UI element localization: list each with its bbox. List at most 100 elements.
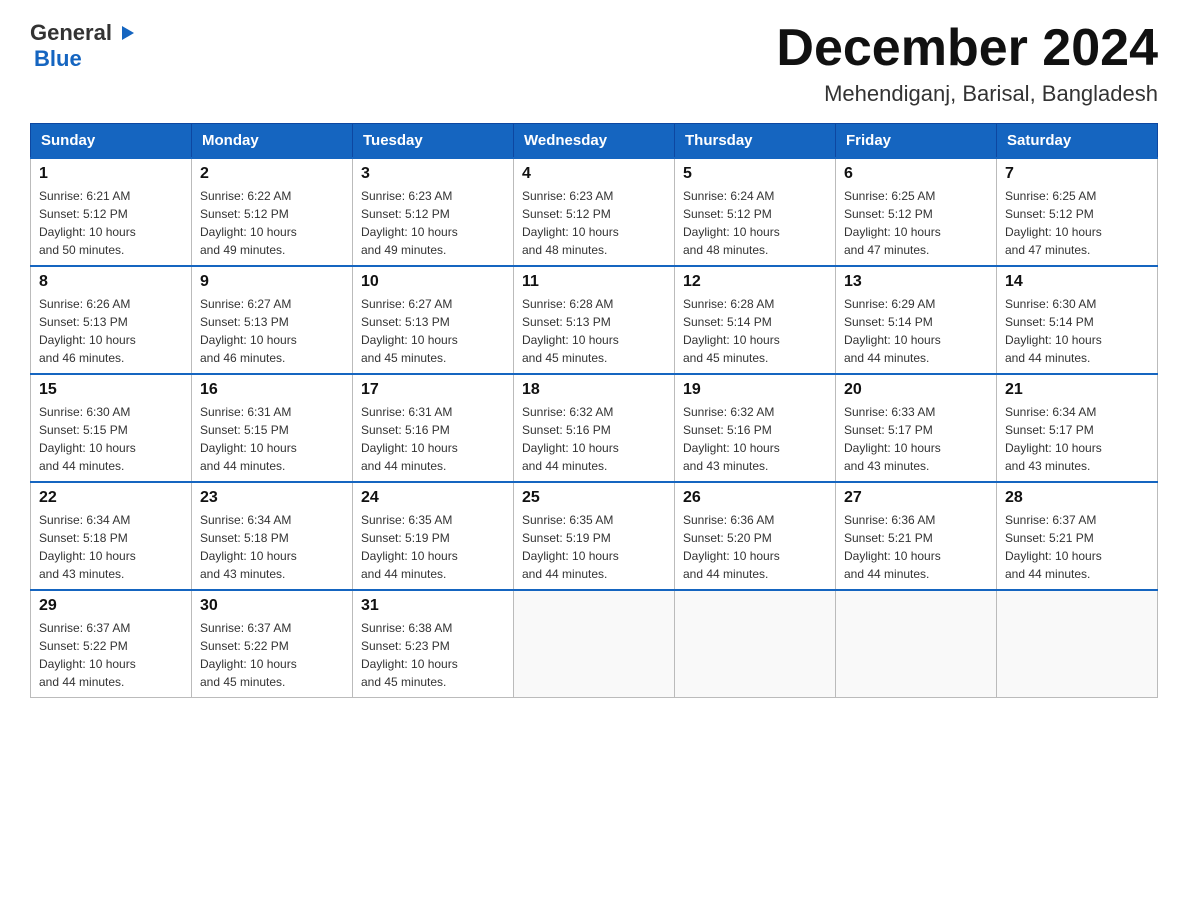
day-info: Sunrise: 6:36 AMSunset: 5:21 PMDaylight:… xyxy=(844,511,988,583)
day-number: 29 xyxy=(39,597,183,615)
calendar-cell: 1 Sunrise: 6:21 AMSunset: 5:12 PMDaylight… xyxy=(31,158,192,266)
day-number: 15 xyxy=(39,381,183,399)
day-info: Sunrise: 6:31 AMSunset: 5:16 PMDaylight:… xyxy=(361,403,505,475)
col-friday: Friday xyxy=(836,124,997,159)
day-number: 6 xyxy=(844,165,988,183)
calendar-week-row-1: 1 Sunrise: 6:21 AMSunset: 5:12 PMDaylight… xyxy=(31,158,1158,266)
page-subtitle: Mehendiganj, Barisal, Bangladesh xyxy=(776,81,1158,107)
day-number: 8 xyxy=(39,273,183,291)
calendar-week-row-5: 29 Sunrise: 6:37 AMSunset: 5:22 PMDayligh… xyxy=(31,590,1158,698)
day-info: Sunrise: 6:23 AMSunset: 5:12 PMDaylight:… xyxy=(522,187,666,259)
calendar-cell xyxy=(514,590,675,698)
calendar-cell: 25Sunrise: 6:35 AMSunset: 5:19 PMDayligh… xyxy=(514,482,675,590)
day-number: 17 xyxy=(361,381,505,399)
calendar-cell: 20 Sunrise: 6:33 AMSunset: 5:17 PMDayligh… xyxy=(836,374,997,482)
logo: General Blue xyxy=(30,20,136,72)
calendar-cell: 2Sunrise: 6:22 AMSunset: 5:12 PMDaylight… xyxy=(192,158,353,266)
day-number: 22 xyxy=(39,489,183,507)
day-info: Sunrise: 6:33 AMSunset: 5:17 PMDaylight:… xyxy=(844,403,988,475)
calendar-table: Sunday Monday Tuesday Wednesday Thursday… xyxy=(30,123,1158,698)
calendar-cell: 7 Sunrise: 6:25 AMSunset: 5:12 PMDaylight… xyxy=(997,158,1158,266)
logo-blue-text: Blue xyxy=(34,46,82,71)
day-number: 24 xyxy=(361,489,505,507)
col-tuesday: Tuesday xyxy=(353,124,514,159)
day-number: 12 xyxy=(683,273,827,291)
day-info: Sunrise: 6:28 AMSunset: 5:14 PMDaylight:… xyxy=(683,295,827,367)
calendar-cell: 31Sunrise: 6:38 AMSunset: 5:23 PMDayligh… xyxy=(353,590,514,698)
calendar-cell: 14Sunrise: 6:30 AMSunset: 5:14 PMDayligh… xyxy=(997,266,1158,374)
day-number: 13 xyxy=(844,273,988,291)
day-number: 7 xyxy=(1005,165,1149,183)
day-number: 30 xyxy=(200,597,344,615)
calendar-cell: 19 Sunrise: 6:32 AMSunset: 5:16 PMDayligh… xyxy=(675,374,836,482)
day-info: Sunrise: 6:37 AMSunset: 5:21 PMDaylight:… xyxy=(1005,511,1149,583)
calendar-week-row-3: 15 Sunrise: 6:30 AMSunset: 5:15 PMDayligh… xyxy=(31,374,1158,482)
calendar-cell: 4 Sunrise: 6:23 AMSunset: 5:12 PMDaylight… xyxy=(514,158,675,266)
day-number: 23 xyxy=(200,489,344,507)
calendar-cell: 27 Sunrise: 6:36 AMSunset: 5:21 PMDayligh… xyxy=(836,482,997,590)
calendar-cell: 10Sunrise: 6:27 AMSunset: 5:13 PMDayligh… xyxy=(353,266,514,374)
day-info: Sunrise: 6:32 AMSunset: 5:16 PMDaylight:… xyxy=(522,403,666,475)
day-info: Sunrise: 6:30 AMSunset: 5:15 PMDaylight:… xyxy=(39,403,183,475)
calendar-cell: 22 Sunrise: 6:34 AMSunset: 5:18 PMDayligh… xyxy=(31,482,192,590)
calendar-cell: 29 Sunrise: 6:37 AMSunset: 5:22 PMDayligh… xyxy=(31,590,192,698)
day-info: Sunrise: 6:31 AMSunset: 5:15 PMDaylight:… xyxy=(200,403,344,475)
day-number: 19 xyxy=(683,381,827,399)
calendar-cell xyxy=(997,590,1158,698)
day-info: Sunrise: 6:21 AMSunset: 5:12 PMDaylight:… xyxy=(39,187,183,259)
calendar-header-row: Sunday Monday Tuesday Wednesday Thursday… xyxy=(31,124,1158,159)
day-info: Sunrise: 6:24 AMSunset: 5:12 PMDaylight:… xyxy=(683,187,827,259)
logo-general-text: General xyxy=(30,20,112,46)
day-number: 20 xyxy=(844,381,988,399)
calendar-cell: 16 Sunrise: 6:31 AMSunset: 5:15 PMDayligh… xyxy=(192,374,353,482)
day-info: Sunrise: 6:35 AMSunset: 5:19 PMDaylight:… xyxy=(361,511,505,583)
calendar-cell: 15 Sunrise: 6:30 AMSunset: 5:15 PMDayligh… xyxy=(31,374,192,482)
day-info: Sunrise: 6:23 AMSunset: 5:12 PMDaylight:… xyxy=(361,187,505,259)
day-info: Sunrise: 6:34 AMSunset: 5:17 PMDaylight:… xyxy=(1005,403,1149,475)
page-header: General Blue December 2024 Mehendiganj, … xyxy=(30,20,1158,107)
day-number: 2 xyxy=(200,165,344,183)
calendar-cell: 8 Sunrise: 6:26 AMSunset: 5:13 PMDaylight… xyxy=(31,266,192,374)
day-number: 21 xyxy=(1005,381,1149,399)
calendar-cell: 11Sunrise: 6:28 AMSunset: 5:13 PMDayligh… xyxy=(514,266,675,374)
calendar-cell: 28 Sunrise: 6:37 AMSunset: 5:21 PMDayligh… xyxy=(997,482,1158,590)
day-number: 1 xyxy=(39,165,183,183)
day-number: 27 xyxy=(844,489,988,507)
day-number: 3 xyxy=(361,165,505,183)
calendar-cell: 17 Sunrise: 6:31 AMSunset: 5:16 PMDayligh… xyxy=(353,374,514,482)
day-info: Sunrise: 6:37 AMSunset: 5:22 PMDaylight:… xyxy=(200,619,344,691)
calendar-cell: 26Sunrise: 6:36 AMSunset: 5:20 PMDayligh… xyxy=(675,482,836,590)
day-number: 5 xyxy=(683,165,827,183)
day-info: Sunrise: 6:37 AMSunset: 5:22 PMDaylight:… xyxy=(39,619,183,691)
day-info: Sunrise: 6:25 AMSunset: 5:12 PMDaylight:… xyxy=(844,187,988,259)
day-number: 4 xyxy=(522,165,666,183)
day-info: Sunrise: 6:32 AMSunset: 5:16 PMDaylight:… xyxy=(683,403,827,475)
day-info: Sunrise: 6:25 AMSunset: 5:12 PMDaylight:… xyxy=(1005,187,1149,259)
col-thursday: Thursday xyxy=(675,124,836,159)
day-number: 9 xyxy=(200,273,344,291)
col-sunday: Sunday xyxy=(31,124,192,159)
logo-triangle-icon xyxy=(114,22,136,44)
calendar-cell: 30 Sunrise: 6:37 AMSunset: 5:22 PMDayligh… xyxy=(192,590,353,698)
day-info: Sunrise: 6:27 AMSunset: 5:13 PMDaylight:… xyxy=(200,295,344,367)
calendar-cell xyxy=(836,590,997,698)
calendar-week-row-2: 8 Sunrise: 6:26 AMSunset: 5:13 PMDaylight… xyxy=(31,266,1158,374)
calendar-cell: 3 Sunrise: 6:23 AMSunset: 5:12 PMDaylight… xyxy=(353,158,514,266)
day-info: Sunrise: 6:27 AMSunset: 5:13 PMDaylight:… xyxy=(361,295,505,367)
day-info: Sunrise: 6:35 AMSunset: 5:19 PMDaylight:… xyxy=(522,511,666,583)
col-saturday: Saturday xyxy=(997,124,1158,159)
calendar-cell xyxy=(675,590,836,698)
day-info: Sunrise: 6:29 AMSunset: 5:14 PMDaylight:… xyxy=(844,295,988,367)
day-info: Sunrise: 6:30 AMSunset: 5:14 PMDaylight:… xyxy=(1005,295,1149,367)
day-number: 28 xyxy=(1005,489,1149,507)
day-info: Sunrise: 6:26 AMSunset: 5:13 PMDaylight:… xyxy=(39,295,183,367)
day-info: Sunrise: 6:34 AMSunset: 5:18 PMDaylight:… xyxy=(39,511,183,583)
day-info: Sunrise: 6:38 AMSunset: 5:23 PMDaylight:… xyxy=(361,619,505,691)
calendar-cell: 24 Sunrise: 6:35 AMSunset: 5:19 PMDayligh… xyxy=(353,482,514,590)
calendar-cell: 12 Sunrise: 6:28 AMSunset: 5:14 PMDayligh… xyxy=(675,266,836,374)
day-number: 18 xyxy=(522,381,666,399)
day-number: 16 xyxy=(200,381,344,399)
calendar-cell: 18 Sunrise: 6:32 AMSunset: 5:16 PMDayligh… xyxy=(514,374,675,482)
calendar-cell: 13 Sunrise: 6:29 AMSunset: 5:14 PMDayligh… xyxy=(836,266,997,374)
day-number: 11 xyxy=(522,273,666,291)
